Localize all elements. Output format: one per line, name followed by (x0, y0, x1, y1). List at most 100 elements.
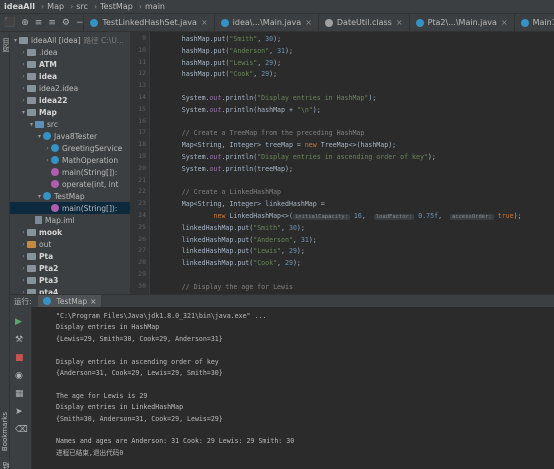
tab-0[interactable]: TestLinkedHashSet.java × (84, 14, 215, 31)
wrench-icon[interactable]: ⚒ (15, 335, 23, 345)
folder-icon (27, 72, 36, 80)
stop-icon[interactable]: ■ (15, 353, 24, 363)
breadcrumb-item[interactable]: TestMap (100, 2, 133, 11)
tree-item[interactable]: operate(int, int (10, 178, 130, 190)
breadcrumb-item[interactable]: main (145, 2, 165, 11)
bookmarks-tool-label[interactable]: Bookmarks (1, 412, 9, 451)
tree-item-label: Pta3 (39, 275, 59, 285)
code-line: Map<String, Integer> treeMap = new TreeM… (150, 140, 396, 151)
chevron-right-icon[interactable]: › (20, 61, 27, 68)
pin-icon[interactable]: ➤ (15, 407, 23, 417)
code-line: hashMap.put("Anderson", 31); (150, 46, 293, 57)
close-icon[interactable]: × (201, 18, 208, 27)
tree-item[interactable]: › MathOperation (10, 154, 130, 166)
tree-item[interactable]: ▾ src (10, 118, 130, 130)
breadcrumb-item[interactable]: Map (47, 2, 64, 11)
tab-3[interactable]: Pta2\...\Main.java × (410, 14, 515, 31)
console-line: {Lewis=29, Smith=30, Cook=29, Anderson=3… (56, 334, 223, 343)
collapse-icon[interactable]: ≡ (35, 18, 43, 28)
tree-item[interactable]: Map.iml (10, 214, 130, 226)
tree-item[interactable]: ▾ Java8Tester (10, 130, 130, 142)
code-editor[interactable]: hashMap.put("Smith", 30); hashMap.put("A… (150, 32, 554, 294)
chevron-down-icon[interactable]: ▾ (36, 133, 43, 140)
tree-item[interactable]: › pta4 (10, 286, 130, 294)
line-number: 26 (138, 234, 146, 243)
code-token: System. (150, 105, 210, 114)
tree-item[interactable]: › idea2.idea (10, 82, 130, 94)
chevron-right-icon[interactable]: › (20, 241, 27, 248)
run-console[interactable]: "C:\Program Files\Java\jdk1.8.0_321\bin\… (32, 307, 554, 469)
chevron-right-icon[interactable]: › (20, 49, 27, 56)
tree-item-label: main(String[]): (62, 167, 118, 177)
chevron-down-icon[interactable]: ▾ (36, 193, 43, 200)
chevron-right-icon[interactable]: › (20, 73, 27, 80)
expand-icon[interactable]: ≡ (48, 18, 56, 28)
close-icon[interactable]: × (396, 18, 403, 27)
chevron-right-icon[interactable]: › (44, 157, 51, 164)
code-token: .println( (221, 94, 258, 102)
tab-4[interactable]: Main1.java× (515, 14, 554, 31)
java-class-icon (520, 18, 529, 27)
code-token: Map<String, Integer> linkedHashMap = (150, 200, 325, 209)
close-icon[interactable]: × (501, 18, 508, 27)
chevron-right-icon[interactable]: › (20, 277, 27, 284)
tree-item[interactable]: › .idea (10, 46, 130, 58)
tree-item[interactable]: › idea (10, 70, 130, 82)
run-tab-label: TestMap (56, 296, 88, 306)
chevron-right-icon[interactable]: › (20, 97, 27, 104)
tree-item[interactable]: › out (10, 238, 130, 250)
tree-item[interactable]: › Pta2 (10, 262, 130, 274)
line-number: 25 (138, 222, 146, 231)
code-token: TreeMap<>(hashMap); (320, 141, 397, 150)
tree-item-label: operate(int, int (62, 179, 119, 189)
code-token: ); (296, 223, 305, 232)
project-view-icon[interactable]: ⬛ (4, 18, 15, 28)
code-token: LinkedHashMap<>( (229, 212, 293, 220)
tree-item[interactable]: › ATM (10, 58, 130, 70)
tree-item[interactable]: main(String[]): (10, 166, 130, 178)
code-line: System.out.println(treeMap); (150, 164, 293, 175)
close-icon[interactable]: × (90, 297, 96, 306)
tree-item-label: out (39, 239, 52, 249)
code-token: "Lewis" (229, 58, 258, 67)
tree-item[interactable]: ▾ ideaAll [idea] 路径 C:\U... (10, 34, 130, 46)
tab-1[interactable]: idea\...\Main.java × (215, 14, 319, 31)
editor-tab-bar: ⬛ ⊕ ≡ ≡ ⚙ − TestLinkedHashSet.java × idea\...\M… (0, 14, 554, 32)
code-token: , (257, 35, 266, 43)
tree-item[interactable]: › Pta3 (10, 274, 130, 286)
code-token: ); (273, 35, 282, 43)
breadcrumb-item[interactable]: src (76, 2, 88, 11)
tree-item-label: main(String[]): (62, 203, 118, 213)
java-class-icon (43, 192, 51, 200)
tree-item[interactable]: › Pta (10, 250, 130, 262)
chevron-right-icon[interactable]: › (20, 229, 27, 236)
run-tab-testmap[interactable]: TestMap × (37, 294, 102, 308)
layout-icon[interactable]: ▦ (15, 389, 24, 399)
add-icon[interactable]: ⊕ (21, 18, 29, 28)
line-number: 10 (138, 45, 146, 54)
tree-item[interactable]: › idea22 (10, 94, 130, 106)
rerun-icon[interactable]: ▶ (15, 317, 22, 327)
code-token: 29 (261, 70, 270, 79)
breadcrumb-item[interactable]: ideaAll (4, 2, 35, 11)
hide-icon[interactable]: − (76, 18, 84, 28)
line-number: 13 (138, 81, 146, 90)
tree-item[interactable]: main(String[]): (10, 202, 130, 214)
tree-item[interactable]: › mook (10, 226, 130, 238)
tab-2[interactable]: DateUtil.class × (319, 14, 410, 31)
close-icon[interactable]: × (305, 18, 312, 27)
trash-icon[interactable]: ⌫ (15, 425, 28, 435)
chevron-down-icon[interactable]: ▾ (20, 109, 27, 116)
chevron-right-icon[interactable]: › (20, 265, 27, 272)
chevron-right-icon[interactable]: › (20, 253, 27, 260)
chevron-right-icon[interactable]: › (44, 145, 51, 152)
tree-item[interactable]: ▾ TestMap (10, 190, 130, 202)
chevron-right-icon[interactable]: › (20, 85, 27, 92)
tree-item[interactable]: ▾ Map (10, 106, 130, 118)
camera-icon[interactable]: ◉ (15, 371, 23, 381)
chevron-down-icon[interactable]: ▾ (12, 37, 19, 44)
chevron-down-icon[interactable]: ▾ (28, 121, 35, 128)
settings-icon[interactable]: ⚙ (62, 18, 70, 28)
tree-item[interactable]: › GreetingService (10, 142, 130, 154)
